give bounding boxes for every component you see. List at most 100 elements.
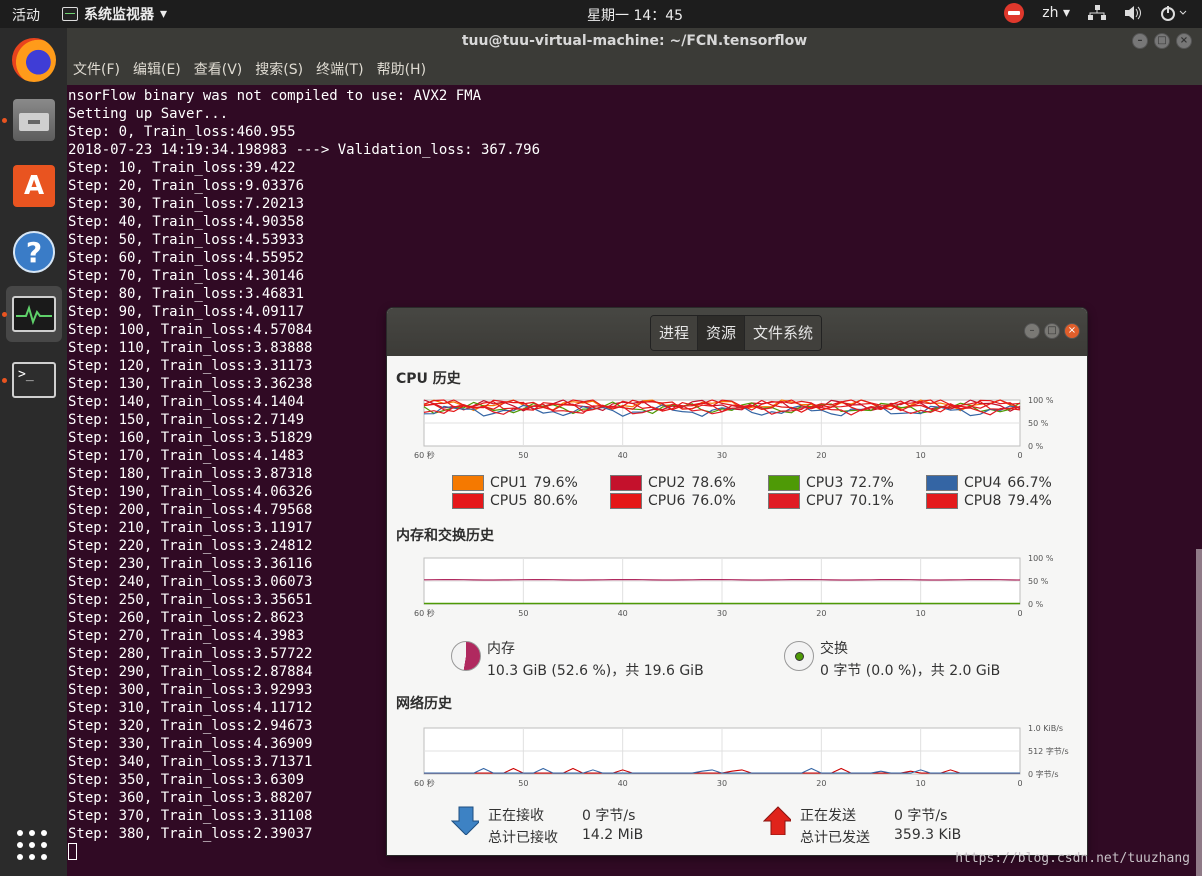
activities-button[interactable]: 活动 xyxy=(12,5,40,25)
cpu-value: 72.7% xyxy=(849,475,894,491)
cpu-value: 80.6% xyxy=(533,493,578,509)
x-tick-label: 10 xyxy=(916,779,926,788)
memory-pie-icon xyxy=(451,641,481,671)
x-tick-label: 60 秒 xyxy=(414,608,435,618)
color-swatch[interactable] xyxy=(452,493,484,509)
cpu-legend-item[interactable]: CPU3 72.7% xyxy=(768,475,894,491)
swap-label: 交换 xyxy=(820,641,848,657)
color-swatch[interactable] xyxy=(452,475,484,491)
maximize-button[interactable]: □ xyxy=(1044,323,1060,339)
dock-terminal[interactable]: >_ xyxy=(2,352,62,408)
y-tick-label: 0 字节/s xyxy=(1028,769,1059,779)
x-tick-label: 30 xyxy=(717,779,727,788)
top-bar: 活动 系统监视器 ▾ 星期一 14：45 zh ▾ xyxy=(0,0,1202,28)
app-menu[interactable]: 系统监视器 ▾ xyxy=(62,4,167,24)
running-indicator xyxy=(2,378,7,383)
menu-terminal[interactable]: 终端(T) xyxy=(316,59,363,85)
input-method-menu[interactable]: zh ▾ xyxy=(1042,5,1070,21)
minimize-button[interactable]: – xyxy=(1024,323,1040,339)
total-sent-label: 总计已发送 xyxy=(800,830,870,846)
x-tick-label: 50 xyxy=(518,779,528,788)
total-received-value: 14.2 MiB xyxy=(582,827,644,843)
system-monitor-window: 进程 资源 文件系统 – □ × CPU 历史 60 秒 50 40 30 20 10 0 1… xyxy=(387,308,1087,855)
cpu-name: CPU2 xyxy=(648,475,686,491)
color-swatch[interactable] xyxy=(610,475,642,491)
tab-file-systems[interactable]: 文件系统 xyxy=(745,316,822,350)
cpu-legend-item[interactable]: CPU4 66.7% xyxy=(926,475,1052,491)
x-tick-label: 20 xyxy=(816,609,826,618)
network-history-title: 网络历史 xyxy=(396,696,452,712)
y-tick-label: 0 % xyxy=(1028,600,1044,609)
terminal-scrollbar[interactable] xyxy=(1196,549,1202,876)
x-tick-label: 10 xyxy=(916,609,926,618)
x-tick-label: 40 xyxy=(618,779,628,788)
x-tick-label: 40 xyxy=(618,609,628,618)
total-sent-value: 359.3 KiB xyxy=(894,827,962,843)
menu-view[interactable]: 查看(V) xyxy=(194,59,243,85)
system-monitor-icon xyxy=(62,7,78,21)
dock-system-monitor[interactable] xyxy=(2,286,62,342)
terminal-line: Step: 60, Train_loss:4.55952 xyxy=(68,250,305,266)
cpu-legend-item[interactable]: CPU7 70.1% xyxy=(768,493,894,509)
close-button[interactable]: × xyxy=(1176,33,1192,49)
system-tray: zh ▾ xyxy=(1004,3,1188,23)
x-tick-label: 0 xyxy=(1017,609,1022,618)
terminal-line: Step: 40, Train_loss:4.90358 xyxy=(68,214,305,230)
chevron-down-icon: ▾ xyxy=(1062,5,1070,21)
terminal-line: Step: 0, Train_loss:460.955 xyxy=(68,124,296,140)
tab-resources[interactable]: 资源 xyxy=(698,316,746,350)
x-tick-label: 60 秒 xyxy=(414,450,435,460)
cpu-value: 66.7% xyxy=(1007,475,1052,491)
menu-file[interactable]: 文件(F) xyxy=(73,59,120,85)
cpu-name: CPU5 xyxy=(490,493,528,509)
terminal-titlebar[interactable]: tuu@tuu-virtual-machine: ~/FCN.tensorflo… xyxy=(67,28,1202,54)
cpu-name: CPU6 xyxy=(648,493,686,509)
sending-label: 正在发送 xyxy=(800,808,856,824)
memory-history-chart: 60 秒 50 40 30 20 10 0 100 % 50 % 0 % xyxy=(414,554,1054,618)
view-switcher: 进程 资源 文件系统 xyxy=(650,315,823,351)
tab-processes[interactable]: 进程 xyxy=(651,316,699,350)
cpu-value: 79.4% xyxy=(1007,493,1052,509)
x-tick-label: 0 xyxy=(1017,451,1022,460)
system-monitor-icon xyxy=(12,296,56,332)
show-applications-icon[interactable] xyxy=(17,830,47,860)
network-icon[interactable] xyxy=(1088,5,1106,21)
color-swatch[interactable] xyxy=(768,475,800,491)
terminal-line: 2018-07-23 14:19:34.198983 ---> Validati… xyxy=(68,142,541,158)
menu-search[interactable]: 搜索(S) xyxy=(255,59,303,85)
dock-help[interactable]: ? xyxy=(6,224,62,280)
maximize-button[interactable]: □ xyxy=(1154,33,1170,49)
do-not-disturb-icon[interactable] xyxy=(1004,3,1025,23)
system-monitor-headerbar[interactable]: 进程 资源 文件系统 – □ × xyxy=(387,308,1087,356)
cpu-legend-item[interactable]: CPU1 79.6% xyxy=(452,475,578,491)
volume-icon[interactable] xyxy=(1124,5,1142,21)
terminal-line: Setting up Saver... xyxy=(68,106,229,122)
cpu-legend-item[interactable]: CPU8 79.4% xyxy=(926,493,1052,509)
cpu-legend-item[interactable]: CPU2 78.6% xyxy=(610,475,736,491)
cpu-legend-item[interactable]: CPU6 76.0% xyxy=(610,493,736,509)
dock-firefox[interactable] xyxy=(6,32,62,88)
cpu-history-chart: 60 秒 50 40 30 20 10 0 100 % 50 % 0 % xyxy=(414,396,1054,460)
x-tick-label: 20 xyxy=(816,451,826,460)
clock[interactable]: 星期一 14：45 xyxy=(587,5,683,25)
cpu-value: 70.1% xyxy=(849,493,894,509)
color-swatch[interactable] xyxy=(610,493,642,509)
cpu-value: 76.0% xyxy=(691,493,736,509)
dock-files[interactable] xyxy=(2,92,62,148)
minimize-button[interactable]: – xyxy=(1132,33,1148,49)
chevron-down-icon: ▾ xyxy=(160,6,168,22)
x-tick-label: 60 秒 xyxy=(414,778,435,788)
close-button[interactable]: × xyxy=(1064,323,1080,339)
x-tick-label: 40 xyxy=(618,451,628,460)
menu-help[interactable]: 帮助(H) xyxy=(377,59,426,85)
color-swatch[interactable] xyxy=(926,493,958,509)
dock-software-center[interactable]: A xyxy=(6,158,62,214)
files-icon xyxy=(13,99,55,141)
color-swatch[interactable] xyxy=(768,493,800,509)
cpu-legend-item[interactable]: CPU5 80.6% xyxy=(452,493,578,509)
power-icon[interactable] xyxy=(1160,5,1188,21)
receiving-label: 正在接收 xyxy=(488,808,544,824)
color-swatch[interactable] xyxy=(926,475,958,491)
cpu-name: CPU1 xyxy=(490,475,528,491)
menu-edit[interactable]: 编辑(E) xyxy=(133,59,181,85)
